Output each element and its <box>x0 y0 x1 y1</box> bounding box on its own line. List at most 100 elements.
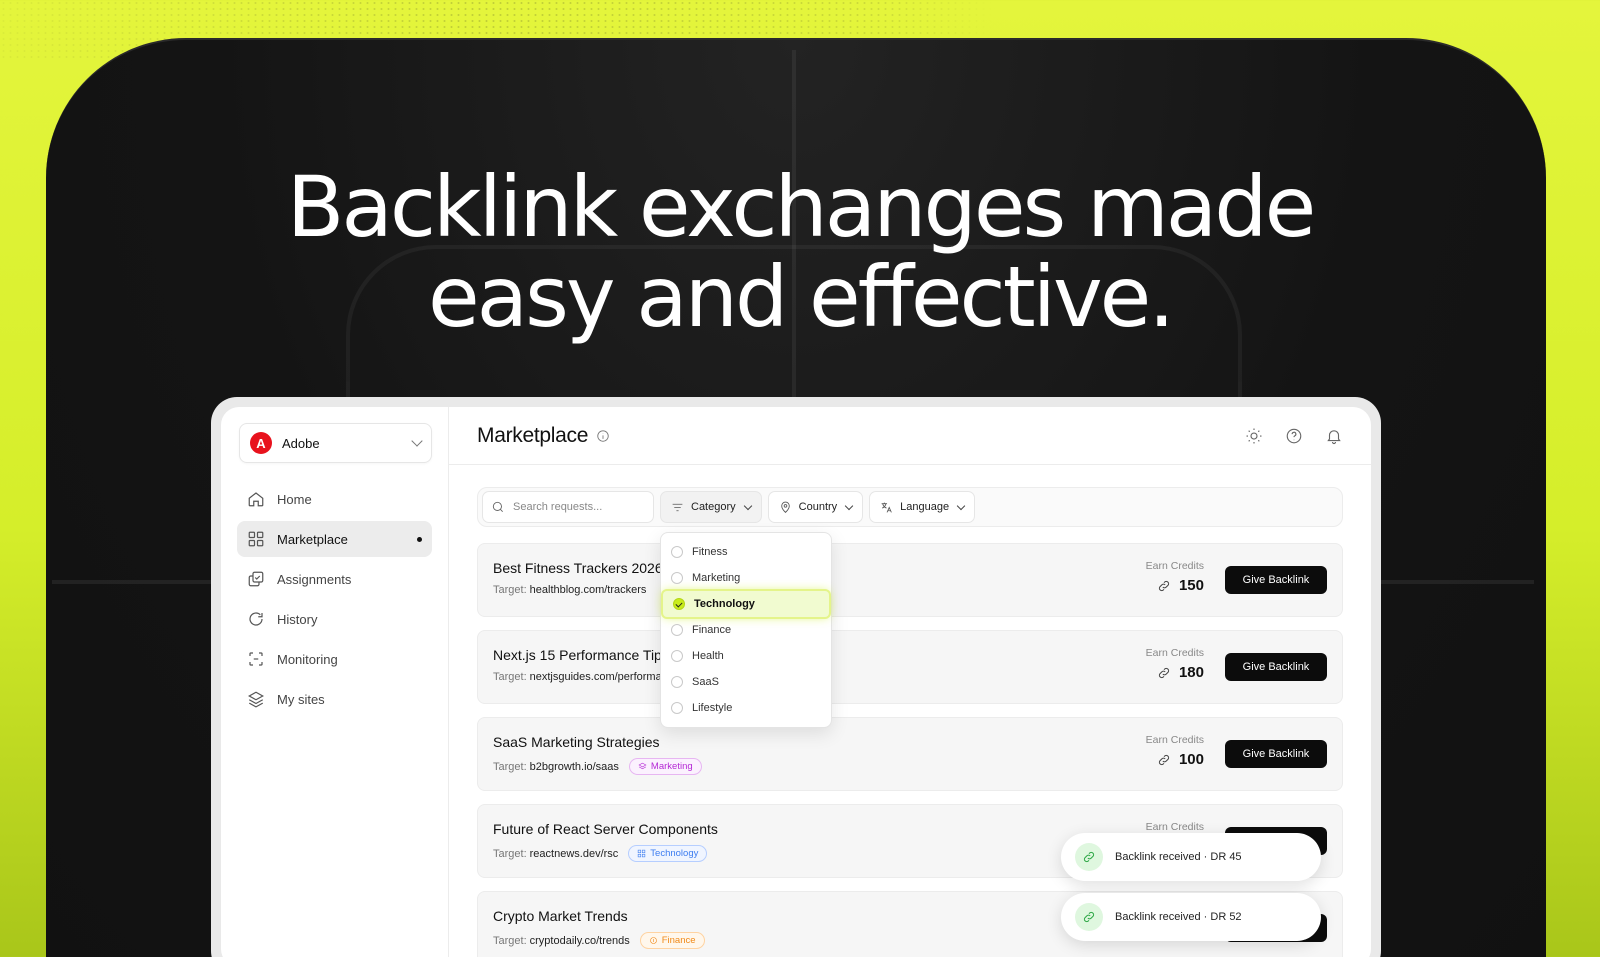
give-backlink-button[interactable]: Give Backlink <box>1225 653 1327 681</box>
credits-amount: 100 <box>1178 751 1204 768</box>
category-option-health[interactable]: Health <box>661 643 831 669</box>
sidebar-item-marketplace[interactable]: Marketplace <box>237 521 432 557</box>
home-icon <box>248 492 264 507</box>
sidebar: A Adobe Home Marketplace Assignments His… <box>221 407 449 957</box>
target-url[interactable]: healthblog.com/trackers <box>530 584 647 596</box>
category-option-marketing[interactable]: Marketing <box>661 565 831 591</box>
headline-line-2: easy and effective. <box>427 248 1175 346</box>
target-label: Target: <box>493 584 527 596</box>
give-backlink-button[interactable]: Give Backlink <box>1225 566 1327 594</box>
country-filter-label: Country <box>798 501 838 513</box>
checkbox[interactable] <box>671 624 683 636</box>
category-option-finance[interactable]: Finance <box>661 617 831 643</box>
sidebar-item-monitoring[interactable]: Monitoring <box>237 641 432 677</box>
grid-line <box>52 580 212 584</box>
target-url[interactable]: reactnews.dev/rsc <box>530 848 619 860</box>
grid-icon <box>248 531 264 547</box>
credits-label: Earn Credits <box>1145 560 1204 572</box>
link-icon <box>1158 667 1170 678</box>
filter-bar: Category Country Language <box>477 487 1343 527</box>
checkbox-checked[interactable] <box>673 598 685 610</box>
link-icon <box>1158 580 1170 591</box>
category-option-fitness[interactable]: Fitness <box>661 539 831 565</box>
option-label: Health <box>692 650 724 662</box>
credits-amount: 150 <box>1178 577 1204 594</box>
hero-headline: Backlink exchanges made easy and effecti… <box>0 162 1600 342</box>
main-header: Marketplace <box>449 407 1371 465</box>
checkbox[interactable] <box>671 676 683 688</box>
language-filter-button[interactable]: Language <box>869 491 976 523</box>
sidebar-item-history[interactable]: History <box>237 601 432 637</box>
tag-label: Technology <box>650 848 699 859</box>
coin-icon <box>649 937 657 944</box>
info-icon[interactable] <box>596 429 610 443</box>
sidebar-item-label: Assignments <box>277 571 352 587</box>
earn-credits: Earn Credits 150 <box>1146 560 1204 594</box>
checkbox[interactable] <box>671 702 683 714</box>
checkbox[interactable] <box>671 546 683 558</box>
checkbox[interactable] <box>671 572 683 584</box>
table-row: Best Fitness Trackers 2026 Target: healt… <box>477 543 1343 617</box>
link-icon <box>1083 911 1095 923</box>
search-box <box>482 491 654 523</box>
monitoring-icon <box>249 652 263 666</box>
category-tag: Marketing <box>628 758 702 775</box>
sidebar-item-my-sites[interactable]: My sites <box>237 681 432 717</box>
sidebar-item-assignments[interactable]: Assignments <box>237 561 432 597</box>
search-input[interactable] <box>513 501 633 513</box>
chevron-down-icon <box>844 501 854 510</box>
table-row: SaaS Marketing Strategies Target: b2bgro… <box>477 717 1343 791</box>
sun-icon[interactable] <box>1245 427 1263 445</box>
category-option-saas[interactable]: SaaS <box>661 669 831 695</box>
grid-icon <box>638 849 646 858</box>
target-label: Target: <box>493 847 527 860</box>
target-url[interactable]: b2bgrowth.io/saas <box>530 761 619 773</box>
category-option-technology[interactable]: Technology <box>663 591 829 617</box>
sidebar-item-label: Marketplace <box>277 531 348 547</box>
credits-amount: 180 <box>1178 664 1204 681</box>
category-option-lifestyle[interactable]: Lifestyle <box>661 695 831 721</box>
category-filter-button[interactable]: Category <box>660 491 762 523</box>
option-label: Finance <box>692 624 732 636</box>
credits-label: Earn Credits <box>1145 647 1204 659</box>
header-actions <box>1245 427 1343 445</box>
page-title: Marketplace <box>477 423 589 447</box>
chevron-down-icon <box>411 435 423 447</box>
option-label: SaaS <box>692 676 719 688</box>
bell-icon[interactable] <box>1325 427 1343 445</box>
option-label: Technology <box>694 598 755 610</box>
earn-credits: Earn Credits <box>1146 821 1204 833</box>
option-label: Marketing <box>692 572 741 584</box>
link-icon <box>1158 754 1170 765</box>
country-filter-button[interactable]: Country <box>767 491 864 523</box>
target-label: Target: <box>493 760 527 773</box>
org-switcher[interactable]: A Adobe <box>239 423 432 463</box>
credits-value: 150 <box>1146 577 1204 594</box>
category-tag: Finance <box>639 932 705 949</box>
table-row: Next.js 15 Performance Tips Target: next… <box>477 630 1343 704</box>
toast-text: Backlink received · DR 45 <box>1115 851 1242 863</box>
sidebar-item-label: Monitoring <box>277 651 338 667</box>
sidebar-item-home[interactable]: Home <box>237 481 432 517</box>
earn-credits: Earn Credits 180 <box>1146 647 1204 681</box>
sidebar-item-label: History <box>277 611 318 627</box>
toast-icon-wrap <box>1075 903 1103 931</box>
target-label: Target: <box>493 671 527 683</box>
category-filter-label: Category <box>691 501 736 513</box>
target-url[interactable]: cryptodaily.co/trends <box>530 935 630 947</box>
help-icon[interactable] <box>1285 427 1303 445</box>
sidebar-item-label: My sites <box>277 691 325 707</box>
credits-value: 100 <box>1146 751 1204 768</box>
layers-icon <box>638 762 647 770</box>
search-icon <box>492 501 503 512</box>
filter-icon <box>672 503 683 511</box>
target-url[interactable]: nextjsguides.com/performance <box>530 671 680 683</box>
sidebar-item-label: Home <box>277 491 312 507</box>
translate-icon <box>881 502 892 513</box>
language-filter-label: Language <box>900 501 950 513</box>
checkbox[interactable] <box>671 650 683 662</box>
grid-line <box>1354 580 1534 584</box>
credits-label: Earn Credits <box>1145 734 1204 746</box>
assignments-icon <box>248 571 264 587</box>
give-backlink-button[interactable]: Give Backlink <box>1225 740 1327 768</box>
